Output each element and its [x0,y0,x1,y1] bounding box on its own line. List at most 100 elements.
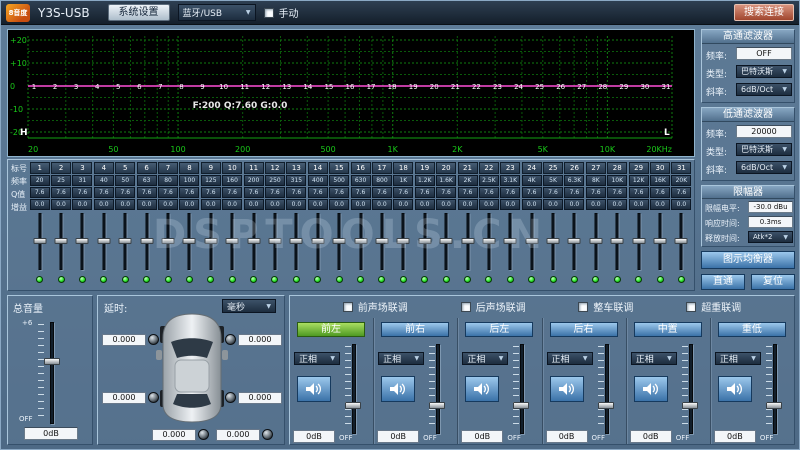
band-slider-thumb[interactable] [632,238,645,244]
band-slider-thumb[interactable] [76,238,89,244]
band-slider-thumb[interactable] [611,238,624,244]
band-freq-select[interactable]: 10K [607,175,627,186]
band-gain-field[interactable]: 0.0 [351,199,371,210]
band-gain-field[interactable]: 0.0 [522,199,542,210]
channel-speaker-button[interactable] [465,376,499,402]
band-gain-field[interactable]: 0.0 [179,199,199,210]
master-volume-slider[interactable] [50,322,54,424]
link-option[interactable]: 整车联调 [578,299,633,314]
band-gain-field[interactable]: 0.0 [479,199,499,210]
delay-value-center[interactable]: 0.000 [152,429,196,441]
band-slider[interactable] [414,211,435,273]
band-slider-thumb[interactable] [675,238,688,244]
band-gain-field[interactable]: 0.0 [458,199,478,210]
link-checkbox[interactable] [686,302,696,312]
band-gain-field[interactable]: 0.0 [94,199,114,210]
band-gain-field[interactable]: 0.0 [51,199,71,210]
channel-volume-slider[interactable] [605,344,609,434]
channel-volume-thumb[interactable] [766,402,782,409]
band-slider[interactable] [457,211,478,273]
band-q-select[interactable]: 7.6 [329,187,349,198]
delay-knob-center[interactable] [198,429,209,440]
band-slider[interactable] [72,211,93,273]
delay-value-sub[interactable]: 0.000 [216,429,260,441]
band-freq-select[interactable]: 6.3K [564,175,584,186]
band-gain-field[interactable]: 0.0 [607,199,627,210]
band-slider-thumb[interactable] [55,238,68,244]
band-freq-select[interactable]: 2K [458,175,478,186]
direct-button[interactable]: 直通 [701,274,745,290]
band-gain-field[interactable]: 0.0 [586,199,606,210]
band-q-select[interactable]: 7.6 [436,187,456,198]
band-freq-select[interactable]: 1.6K [436,175,456,186]
band-freq-select[interactable]: 800 [372,175,392,186]
band-q-select[interactable]: 7.6 [372,187,392,198]
band-slider-thumb[interactable] [311,238,324,244]
band-slider[interactable] [328,211,349,273]
band-slider-thumb[interactable] [568,238,581,244]
manual-checkbox[interactable] [264,8,274,18]
band-slider-thumb[interactable] [589,238,602,244]
band-slider-thumb[interactable] [333,238,346,244]
band-slider[interactable] [179,211,200,273]
band-q-select[interactable]: 7.6 [500,187,520,198]
band-q-select[interactable]: 7.6 [308,187,328,198]
delay-value-rear-right[interactable]: 0.000 [238,392,282,404]
channel-volume-thumb[interactable] [513,402,529,409]
channel-volume-thumb[interactable] [429,402,445,409]
band-slider-thumb[interactable] [375,238,388,244]
band-gain-field[interactable]: 0.0 [671,199,691,210]
band-slider-thumb[interactable] [354,238,367,244]
band-q-select[interactable]: 7.6 [586,187,606,198]
band-slider-thumb[interactable] [226,238,239,244]
manual-mode-toggle[interactable]: 手动 [264,5,299,20]
band-q-select[interactable]: 7.6 [629,187,649,198]
band-q-select[interactable]: 7.6 [137,187,157,198]
band-slider[interactable] [500,211,521,273]
band-q-select[interactable]: 7.6 [179,187,199,198]
link-option[interactable]: 后声场联调 [461,299,526,314]
band-q-select[interactable]: 7.6 [244,187,264,198]
band-gain-field[interactable]: 0.0 [265,199,285,210]
band-slider-thumb[interactable] [204,238,217,244]
channel-volume-slider[interactable] [436,344,440,434]
band-freq-select[interactable]: 50 [115,175,135,186]
channel-button[interactable]: 中置 [634,322,702,337]
channel-phase-select[interactable]: 正相 ▼ [631,352,677,365]
band-slider[interactable] [371,211,392,273]
band-q-select[interactable]: 7.6 [415,187,435,198]
band-freq-select[interactable]: 80 [158,175,178,186]
lpf-freq-input[interactable]: 20000 [736,125,792,138]
channel-button[interactable]: 前右 [381,322,449,337]
channel-button[interactable]: 前左 [297,322,365,337]
band-gain-field[interactable]: 0.0 [393,199,413,210]
band-q-select[interactable]: 7.6 [201,187,221,198]
band-q-select[interactable]: 7.6 [522,187,542,198]
band-freq-select[interactable]: 12K [629,175,649,186]
band-gain-field[interactable]: 0.0 [30,199,50,210]
band-gain-field[interactable]: 0.0 [158,199,178,210]
channel-volume-thumb[interactable] [598,402,614,409]
delay-value-front-left[interactable]: 0.000 [102,334,146,346]
band-q-select[interactable]: 7.6 [72,187,92,198]
band-slider-thumb[interactable] [461,238,474,244]
band-slider[interactable] [671,211,692,273]
channel-button[interactable]: 重低 [718,322,786,337]
limiter-level-input[interactable]: -30.0 dBu [748,201,793,213]
channel-phase-select[interactable]: 正相 ▼ [378,352,424,365]
band-q-select[interactable]: 7.6 [351,187,371,198]
band-gain-field[interactable]: 0.0 [543,199,563,210]
band-freq-select[interactable]: 630 [351,175,371,186]
band-freq-select[interactable]: 160 [222,175,242,186]
channel-speaker-button[interactable] [634,376,668,402]
link-option[interactable]: 前声场联调 [343,299,408,314]
band-slider-thumb[interactable] [119,238,132,244]
band-slider-thumb[interactable] [268,238,281,244]
band-slider[interactable] [157,211,178,273]
limiter-attack-input[interactable]: 0.3ms [748,216,793,228]
delay-knob-front-left[interactable] [148,334,159,345]
delay-knob-rear-right[interactable] [225,392,236,403]
band-slider-thumb[interactable] [33,238,46,244]
band-gain-field[interactable]: 0.0 [372,199,392,210]
band-freq-select[interactable]: 100 [179,175,199,186]
